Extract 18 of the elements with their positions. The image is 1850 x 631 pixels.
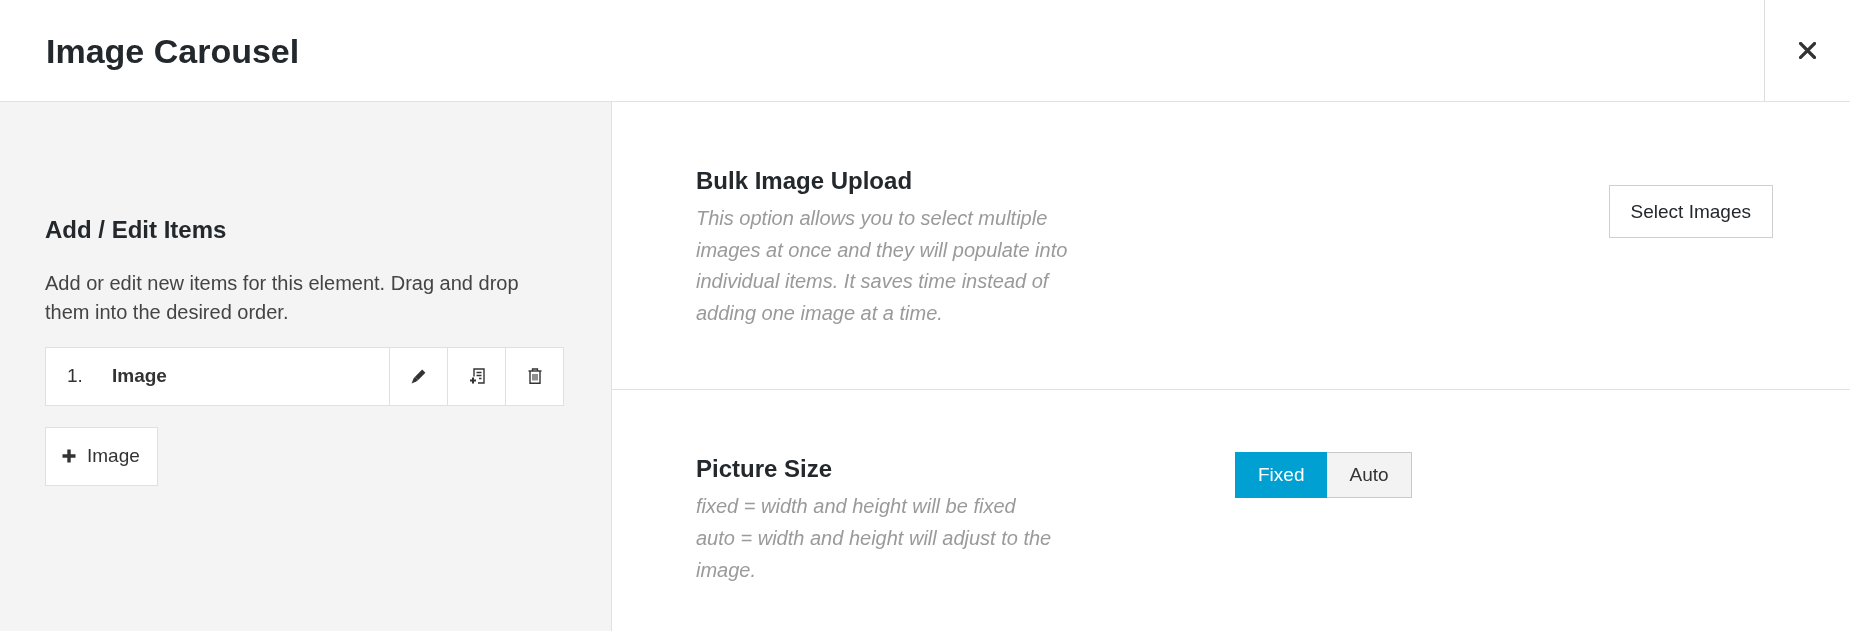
item-row[interactable]: 1. Image	[45, 346, 564, 406]
add-image-button[interactable]: Image	[45, 426, 158, 486]
panel-title: Add / Edit Items	[45, 215, 228, 245]
pen-icon	[411, 368, 426, 384]
setting-description: This option allows you to select multiple images at once and they will populate into individual items. It saves time instead of adding one image at a time.	[696, 206, 1069, 326]
window-title: Image Carousel	[46, 30, 301, 71]
plus-icon	[62, 449, 76, 464]
setting-description: fixed = width and height will be fixed auto = width and height will adjust to the image.	[696, 494, 1053, 583]
trash-icon	[527, 368, 542, 385]
close-icon	[1799, 42, 1816, 59]
document-plus-icon	[468, 368, 485, 385]
panel-description: Add or edit new items for this element. Drag and drop them into the desired order.	[45, 271, 520, 326]
select-images-button[interactable]: Select Images	[1608, 185, 1773, 238]
item-number: 1.	[67, 364, 84, 389]
setting-title: Picture Size	[696, 454, 834, 485]
toggle-option[interactable]: Auto	[1327, 452, 1412, 499]
item-label: Image	[112, 364, 168, 389]
setting-title: Bulk Image Upload	[696, 166, 914, 196]
